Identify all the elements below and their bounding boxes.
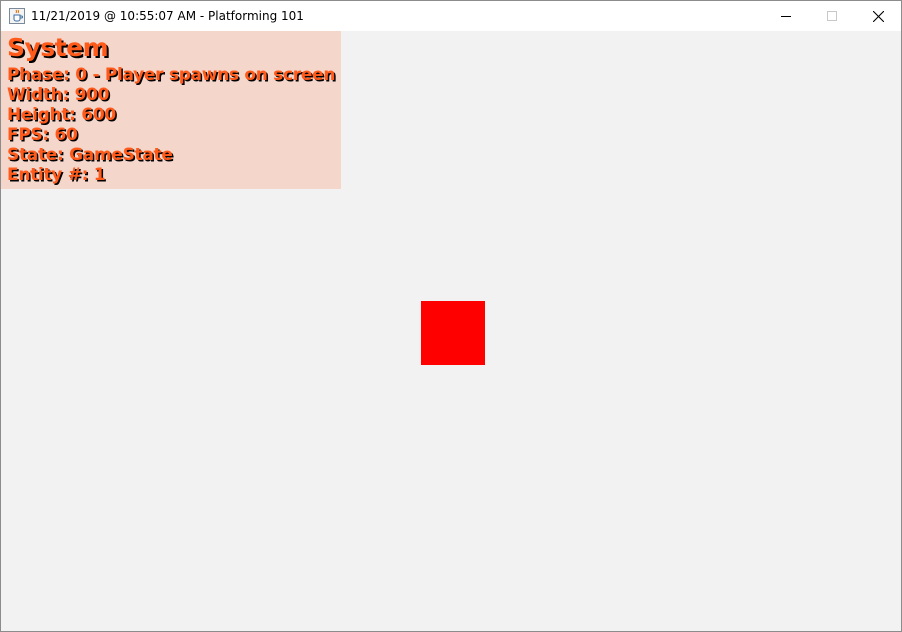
debug-fps: FPS: 60	[7, 125, 78, 145]
debug-width: Width: 900	[7, 85, 110, 105]
debug-state: State: GameState	[7, 145, 173, 165]
debug-height: Height: 600	[7, 105, 116, 125]
title-bar[interactable]: 11/21/2019 @ 10:55:07 AM - Platforming 1…	[1, 1, 901, 31]
debug-stats-list: Phase: 0 - Player spawns on screen Width…	[7, 65, 335, 185]
debug-phase: Phase: 0 - Player spawns on screen	[7, 65, 336, 85]
player-entity	[421, 301, 485, 365]
java-coffee-icon	[9, 8, 25, 24]
minimize-icon	[781, 16, 791, 17]
debug-heading: System	[7, 33, 109, 62]
game-canvas[interactable]: System Phase: 0 - Player spawns on scree…	[1, 31, 901, 631]
window-title: 11/21/2019 @ 10:55:07 AM - Platforming 1…	[31, 9, 304, 23]
window-controls	[763, 1, 901, 31]
game-window: 11/21/2019 @ 10:55:07 AM - Platforming 1…	[0, 0, 902, 632]
minimize-button[interactable]	[763, 1, 809, 31]
debug-entity-count: Entity #: 1	[7, 165, 106, 185]
maximize-icon	[827, 11, 837, 21]
maximize-button[interactable]	[809, 1, 855, 31]
debug-overlay: System Phase: 0 - Player spawns on scree…	[1, 31, 341, 189]
close-button[interactable]	[855, 1, 901, 31]
close-icon	[872, 10, 884, 22]
